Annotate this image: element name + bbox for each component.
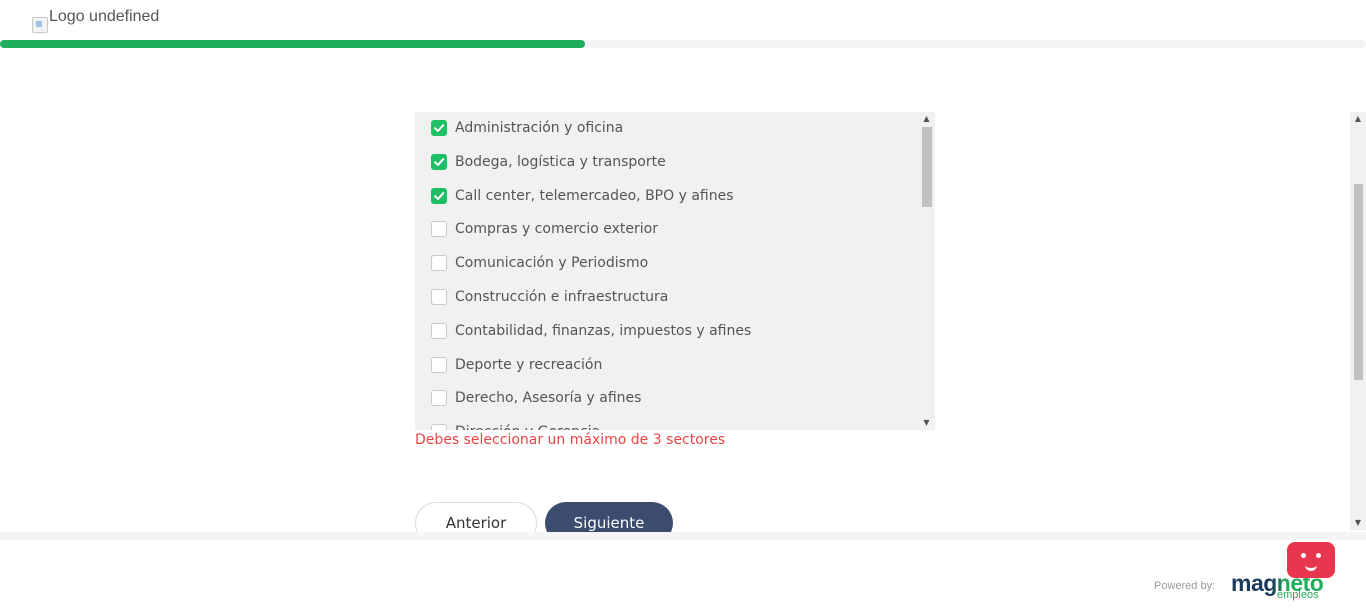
- sector-option[interactable]: Call center, telemercadeo, BPO y afines: [431, 186, 734, 206]
- page-scroll-thumb[interactable]: [1354, 184, 1363, 380]
- sector-option[interactable]: Deporte y recreación: [431, 355, 602, 375]
- sector-label: Bodega, logística y transporte: [455, 153, 666, 170]
- scroll-up-icon[interactable]: ▲: [918, 112, 935, 126]
- checkbox[interactable]: [431, 322, 447, 339]
- sector-label: Contabilidad, finanzas, impuestos y afin…: [455, 322, 752, 339]
- sector-label: Compras y comercio exterior: [455, 221, 658, 238]
- checkbox[interactable]: [431, 187, 447, 204]
- checkbox[interactable]: [431, 289, 447, 305]
- sectors-list[interactable]: Administración y oficina Bodega, logístic…: [415, 112, 935, 430]
- check-icon: [434, 157, 445, 166]
- sector-option[interactable]: Construcción e infraestructura: [431, 287, 668, 307]
- sector-label: Construcción e infraestructura: [455, 289, 669, 305]
- sector-option[interactable]: Dirección y Gerencia: [431, 422, 600, 430]
- sector-option[interactable]: Contabilidad, finanzas, impuestos y afin…: [431, 321, 751, 341]
- sector-option[interactable]: Administración y oficina: [431, 118, 623, 138]
- sector-label: Comunicación y Periodismo: [455, 255, 649, 272]
- scroll-thumb[interactable]: [922, 127, 932, 207]
- check-icon: [434, 124, 445, 132]
- brand-sub: empleos: [1277, 589, 1319, 601]
- sector-option[interactable]: Compras y comercio exterior: [431, 219, 658, 239]
- checkbox[interactable]: [431, 424, 447, 430]
- scroll-up-icon[interactable]: ▲: [1350, 112, 1366, 126]
- logo-alt-text: Logo undefined: [49, 8, 160, 25]
- page-scrollbar[interactable]: ▲ ▼: [1350, 112, 1366, 530]
- sector-label: Derecho, Asesoría y afines: [455, 390, 642, 407]
- checkbox[interactable]: [431, 221, 447, 238]
- chat-bot-mouth: [1305, 561, 1317, 571]
- progress-fill: [0, 40, 585, 48]
- sector-label: Dirección y Gerencia: [455, 424, 600, 430]
- checkbox[interactable]: [431, 120, 447, 136]
- footer: [0, 532, 1366, 612]
- sector-option[interactable]: Comunicación y Periodismo: [431, 253, 648, 273]
- checkbox[interactable]: [431, 390, 447, 407]
- check-icon: [434, 191, 445, 200]
- sector-option[interactable]: Derecho, Asesoría y afines: [431, 388, 641, 408]
- error-message: Debes seleccionar un máximo de 3 sectore…: [415, 432, 726, 448]
- checkbox[interactable]: [431, 153, 447, 170]
- chat-bot-icon[interactable]: [1287, 542, 1335, 578]
- sector-label: Deporte y recreación: [455, 356, 603, 373]
- sector-label: Call center, telemercadeo, BPO y afines: [455, 187, 734, 204]
- broken-image-icon: [32, 17, 48, 33]
- checkbox[interactable]: [431, 255, 447, 272]
- logo: Logo undefined: [32, 8, 159, 33]
- sectors-list-scrollbar[interactable]: ▲ ▼: [918, 112, 935, 430]
- checkbox[interactable]: [431, 356, 447, 373]
- powered-by-text: Powered by:: [1154, 580, 1216, 592]
- sector-option[interactable]: Bodega, logística y transporte: [431, 152, 666, 172]
- scroll-down-icon[interactable]: ▼: [1350, 516, 1366, 530]
- scroll-down-icon[interactable]: ▼: [918, 416, 935, 430]
- progress-bar: [0, 40, 1366, 48]
- sector-label: Administración y oficina: [455, 120, 624, 136]
